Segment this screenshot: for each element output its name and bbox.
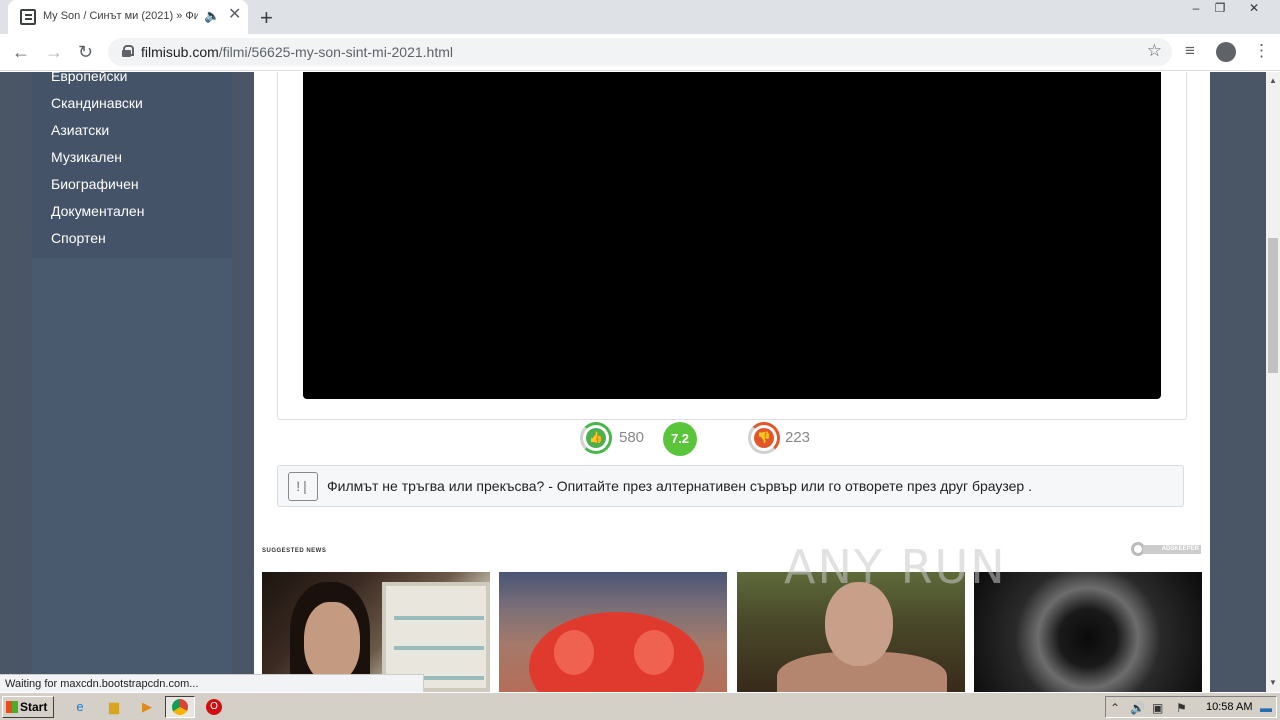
windows-taskbar: Start e ▆ ▶ O ⌃ 🔊 ▣ ⚑ 10:58 AM ▬	[0, 692, 1280, 720]
genre-sidebar: Европейски Скандинавски Азиатски Музикал…	[32, 72, 232, 692]
rating-score: 7.2	[663, 422, 697, 456]
browser-tab[interactable]: My Son / Синът ми (2021) » Фи 🔈 ✕	[8, 0, 248, 34]
sidebar-item-asian[interactable]: Азиатски	[51, 122, 109, 138]
address-bar[interactable]: filmisub.com/filmi/56625-my-son-sint-mi-…	[108, 38, 1172, 66]
forward-button[interactable]: →	[45, 42, 63, 62]
main-content: 👍 580 7.2 👎 223 !| Филмът не тръгва или …	[254, 72, 1210, 692]
start-label: Start	[20, 700, 48, 714]
chrome-taskbar-button[interactable]	[165, 696, 195, 718]
back-button[interactable]: ←	[12, 42, 30, 62]
tomato-seed-chamber	[634, 630, 674, 675]
audio-playing-icon[interactable]: 🔈	[204, 8, 220, 24]
fridge-shelf	[394, 646, 484, 650]
site-favicon-icon	[20, 9, 36, 25]
thumbnail-face	[304, 602, 360, 682]
sidebar-item-documentary[interactable]: Документален	[51, 203, 144, 219]
volume-icon[interactable]: 🔊	[1130, 701, 1145, 715]
close-window-button[interactable]: ✕	[1240, 0, 1268, 20]
restore-button[interactable]: ❐	[1206, 0, 1234, 20]
lock-icon[interactable]	[122, 45, 134, 57]
tomato-seed-chamber	[554, 630, 594, 675]
adskeeper-label: ADSKEEPER	[1143, 545, 1201, 554]
url-domain: filmisub.com	[141, 44, 219, 60]
suggested-news-label: SUGGESTED NEWS	[262, 548, 327, 554]
like-button[interactable]: 👍	[580, 422, 612, 454]
thumbs-up-icon: 👍	[586, 428, 606, 448]
folder-icon[interactable]: ▆	[106, 699, 122, 715]
tray-expand-icon[interactable]: ⌃	[1110, 701, 1120, 715]
status-bar: Waiting for maxcdn.bootstrapcdn.com...	[0, 674, 424, 692]
warning-icon: !|	[288, 472, 318, 501]
thumbs-down-icon: 👎	[754, 428, 774, 448]
suggested-thumbnail-tomato[interactable]	[499, 572, 727, 692]
sidebar-item-biographical[interactable]: Биографичен	[51, 176, 139, 192]
playback-notice: !| Филмът не тръгва или прекъсва? - Опит…	[277, 465, 1184, 507]
network-icon[interactable]: ▣	[1152, 701, 1163, 715]
anyrun-watermark: ANY RUN	[784, 540, 1007, 594]
scroll-down-icon[interactable]: ▼	[1269, 678, 1277, 687]
chrome-icon	[172, 699, 188, 715]
url-text[interactable]: filmisub.com/filmi/56625-my-son-sint-mi-…	[141, 44, 453, 60]
opera-icon[interactable]: O	[206, 699, 222, 715]
thumbnail-head	[825, 582, 893, 666]
like-count: 580	[619, 429, 645, 446]
dislike-button[interactable]: 👎	[748, 422, 780, 454]
media-control-icon[interactable]: ≡	[1185, 41, 1195, 61]
taskbar-clock[interactable]: 10:58 AM	[1206, 701, 1252, 713]
browser-toolbar: ← → ↻ filmisub.com/filmi/56625-my-son-si…	[0, 34, 1280, 71]
genre-list: Европейски Скандинавски Азиатски Музикал…	[32, 72, 232, 258]
system-tray: ⌃ 🔊 ▣ ⚑ 10:58 AM ▬	[1105, 696, 1277, 718]
sidebar-item-european[interactable]: Европейски	[51, 72, 127, 84]
video-player[interactable]	[303, 72, 1161, 399]
adskeeper-logo[interactable]: ADSKEEPER	[1131, 542, 1203, 558]
right-margin	[1232, 72, 1266, 692]
sidebar-item-scandinavian[interactable]: Скандинавски	[51, 95, 143, 111]
page-scrollbar[interactable]: ▲ ▼	[1266, 72, 1280, 692]
notice-text: Филмът не тръгва или прекъсва? - Опитайт…	[327, 478, 1032, 494]
dislike-count: 223	[785, 429, 811, 446]
sidebar-item-musical[interactable]: Музикален	[51, 149, 122, 165]
tab-title: My Son / Синът ми (2021) » Фи	[43, 10, 198, 22]
reload-button[interactable]: ↻	[78, 42, 93, 62]
windows-logo-icon	[6, 701, 18, 713]
player-container	[277, 72, 1187, 420]
sidebar-item-sports[interactable]: Спортен	[51, 230, 106, 246]
suggested-thumbnail-eye[interactable]	[974, 572, 1202, 692]
thumbnail-tomato	[529, 612, 704, 692]
web-page: Европейски Скандинавски Азиатски Музикал…	[0, 72, 1266, 692]
new-tab-button[interactable]: +	[260, 5, 273, 31]
scroll-up-icon[interactable]: ▲	[1269, 76, 1277, 85]
browser-menu-icon[interactable]: ⋮	[1253, 41, 1270, 61]
internet-explorer-icon[interactable]: e	[72, 699, 88, 715]
start-button[interactable]: Start	[2, 696, 54, 718]
scrollbar-thumb[interactable]	[1268, 238, 1278, 373]
media-player-icon[interactable]: ▶	[139, 699, 155, 715]
tab-close-icon[interactable]: ✕	[228, 7, 241, 23]
show-desktop-icon[interactable]: ▬	[1260, 701, 1272, 715]
tab-strip: My Son / Синът ми (2021) » Фи 🔈 ✕ + ‒ ❐ …	[0, 0, 1280, 34]
action-center-flag-icon[interactable]: ⚑	[1176, 701, 1187, 715]
url-path: /filmi/56625-my-son-sint-mi-2021.html	[218, 44, 453, 60]
fridge-shelf	[394, 616, 484, 620]
bookmark-star-icon[interactable]: ☆	[1147, 41, 1162, 61]
profile-avatar-icon[interactable]	[1216, 42, 1236, 62]
